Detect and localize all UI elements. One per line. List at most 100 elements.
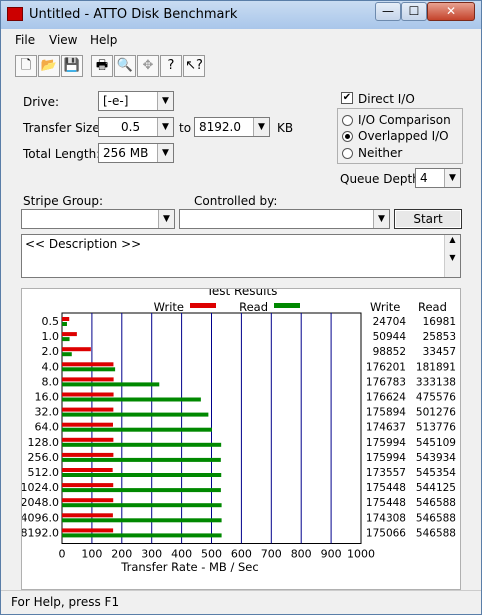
y-tick-label: 256.0 [28,451,60,464]
total-length-select[interactable]: 256 MB ▼ [98,143,174,163]
test-results-panel: Test Results Write Read Write Read 0 100 200 3… [21,284,461,590]
direct-io-checkbox[interactable]: ✔ [341,92,353,104]
y-tick-label: 128.0 [28,436,60,449]
neither-label: Neither [358,146,403,160]
transfer-to-select[interactable]: 8192.0 ▼ [194,117,270,137]
write-bar [62,392,114,397]
stripe-group-select[interactable]: ▼ [21,209,175,229]
description-scrollbar[interactable]: ▲ ▼ [444,235,460,277]
read-bar [62,442,222,447]
move-icon[interactable]: ✥ [137,55,159,77]
read-value: 181891 [416,361,456,373]
read-bar [62,367,116,372]
drive-value: [-e-] [103,94,129,108]
transfer-from-select[interactable]: 0.5 ▼ [98,117,174,137]
x-tick-label: 600 [231,548,252,561]
write-value: 175448 [366,497,406,509]
status-bar: For Help, press F1 [1,590,481,614]
neither-radio[interactable] [342,148,353,159]
y-tick-label: 1024.0 [22,481,59,494]
menu-file[interactable]: File [15,33,35,47]
context-help-icon[interactable]: ↖? [183,55,205,77]
legend-write-swatch [190,303,216,308]
write-value: 176783 [366,376,406,388]
app-window: Untitled - ATTO Disk Benchmark — ☐ ✕ Fil… [0,0,482,615]
write-value: 175994 [366,437,406,449]
to-label: to [179,121,192,135]
read-bar [62,457,221,462]
chart-title: Test Results [206,289,278,298]
read-value: 33457 [423,346,456,358]
write-value: 176624 [366,392,406,404]
io-comparison-radio[interactable] [342,115,353,126]
chevron-down-icon: ▼ [157,92,173,110]
description-box[interactable]: << Description >> ▲ ▼ [21,234,461,278]
x-tick-label: 700 [261,548,282,561]
read-value: 513776 [416,422,456,434]
write-value: 174308 [366,512,406,524]
menu-bar: File View Help [1,29,481,51]
write-value: 50944 [373,331,407,343]
menu-view[interactable]: View [49,33,77,47]
write-value: 24704 [373,316,407,328]
read-bar [62,533,222,538]
legend-read-swatch [274,303,300,308]
x-axis-label: Transfer Rate - MB / Sec [120,560,258,574]
save-icon[interactable]: 💾 [61,55,83,77]
x-tick-label: 100 [81,548,102,561]
new-icon[interactable]: 🗋 [15,55,37,77]
y-tick-label: 8192.0 [22,526,59,539]
maximize-button[interactable]: ☐ [401,2,427,21]
y-tick-label: 4096.0 [22,511,59,524]
y-tick-label: 1.0 [42,330,60,343]
open-icon[interactable]: 📂 [38,55,60,77]
x-tick-label: 400 [171,548,192,561]
legend-read-label: Read [239,300,268,314]
read-value: 543934 [416,452,456,464]
write-bar [62,498,114,503]
chevron-down-icon: ▼ [444,169,460,187]
chevron-down-icon: ▼ [158,210,174,228]
y-tick-label: 512.0 [28,466,60,479]
write-bar [62,407,114,412]
minimize-button[interactable]: — [375,2,401,21]
queue-depth-label: Queue Depth: [340,172,424,186]
write-bar [62,513,113,518]
read-value: 546588 [416,512,456,524]
chevron-down-icon: ▼ [157,118,173,136]
read-bar [62,352,72,357]
chevron-down-icon: ▼ [253,118,269,136]
read-value: 544125 [416,482,456,494]
start-button[interactable]: Start [394,209,462,229]
legend-write-label: Write [154,300,184,314]
print-preview-icon[interactable]: 🔍 [114,55,136,77]
y-tick-label: 4.0 [42,360,60,373]
overlapped-io-label: Overlapped I/O [358,129,449,143]
close-button[interactable]: ✕ [427,2,475,21]
read-bar [62,412,209,417]
drive-label: Drive: [23,95,60,109]
x-tick-label: 900 [321,548,342,561]
write-bar [62,362,114,367]
print-icon[interactable]: 🖶 [91,55,113,77]
write-value: 174637 [366,422,406,434]
controlled-by-select[interactable]: ▼ [179,209,390,229]
write-bar [62,437,114,442]
x-tick-label: 800 [291,548,312,561]
read-value: 546588 [416,497,456,509]
overlapped-io-radio[interactable] [342,131,353,142]
window-title: Untitled - ATTO Disk Benchmark [29,7,238,22]
transfer-to-value: 8192.0 [199,120,241,134]
y-tick-label: 2048.0 [22,496,59,509]
read-value: 545354 [416,467,456,479]
x-tick-label: 300 [141,548,162,561]
column-header-read: Read [418,300,447,314]
queue-depth-select[interactable]: 4 ▼ [415,168,461,188]
io-comparison-label: I/O Comparison [358,113,451,127]
read-bar [62,397,201,402]
read-bar [62,503,222,508]
read-value: 501276 [416,407,456,419]
drive-select[interactable]: [-e-] ▼ [98,91,174,111]
help-icon[interactable]: ? [160,55,182,77]
menu-help[interactable]: Help [90,33,117,47]
